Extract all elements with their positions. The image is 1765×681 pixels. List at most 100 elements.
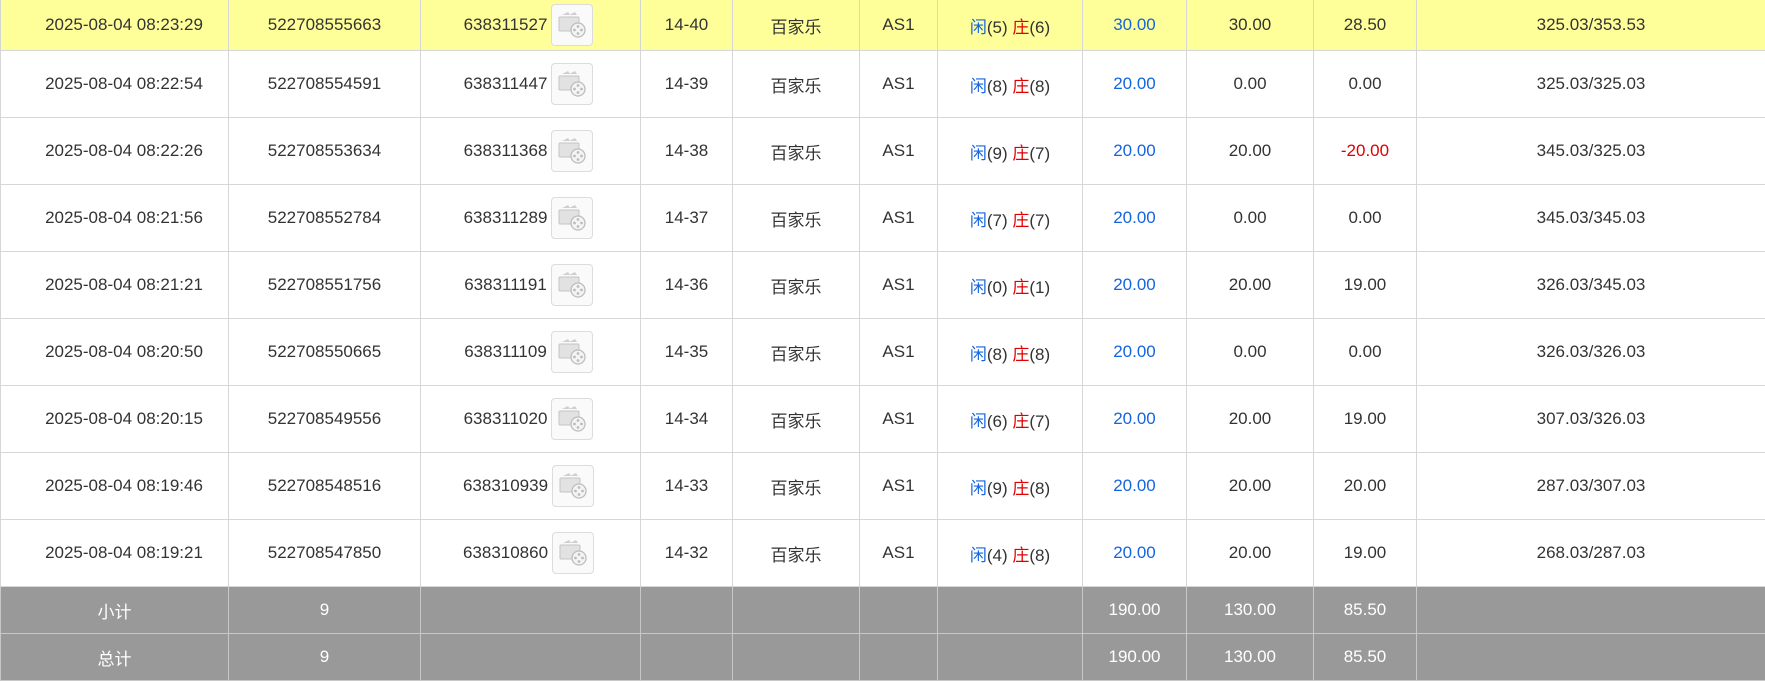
banker-label: 庄	[1012, 546, 1029, 565]
table-row: 2025-08-04 08:22:26522708553634638311368…	[1, 118, 1765, 185]
video-replay-icon[interactable]	[551, 63, 593, 105]
bet-time: 2025-08-04 08:23:29	[1, 0, 229, 51]
shoe-hand: 14-37	[641, 185, 733, 252]
records-body: 2025-08-04 08:23:29522708555663638311527…	[1, 0, 1765, 587]
round-id: 638311191	[464, 275, 547, 295]
banker-score: (1)	[1029, 278, 1050, 297]
video-replay-icon[interactable]	[551, 264, 593, 306]
banker-score: (7)	[1029, 412, 1050, 431]
round-id: 638311020	[464, 409, 548, 429]
valid-bet: 20.00	[1187, 118, 1314, 185]
table-code: AS1	[860, 520, 938, 587]
banker-label: 庄	[1012, 345, 1029, 364]
table-code: AS1	[860, 51, 938, 118]
bet-id: 522708547850	[229, 520, 421, 587]
round-id: 638311289	[464, 208, 548, 228]
bet-time: 2025-08-04 08:22:26	[1, 118, 229, 185]
table-row: 2025-08-04 08:20:15522708549556638311020…	[1, 386, 1765, 453]
video-replay-icon[interactable]	[551, 4, 593, 46]
video-replay-icon[interactable]	[551, 130, 593, 172]
table-code: AS1	[860, 386, 938, 453]
round-id: 638311368	[464, 141, 548, 161]
bet-amount: 20.00	[1083, 185, 1187, 252]
bet-id: 522708552784	[229, 185, 421, 252]
banker-label: 庄	[1012, 479, 1029, 498]
player-score: (7)	[987, 211, 1008, 230]
round-id: 638310939	[463, 476, 548, 496]
table-code: AS1	[860, 453, 938, 520]
banker-score: (8)	[1029, 345, 1050, 364]
win-loss: 0.00	[1314, 319, 1417, 386]
player-score: (9)	[987, 479, 1008, 498]
shoe-hand: 14-35	[641, 319, 733, 386]
banker-label: 庄	[1012, 211, 1029, 230]
banker-score: (7)	[1029, 144, 1050, 163]
win-loss: 19.00	[1314, 520, 1417, 587]
summary-body: 小计 9 190.00 130.00 85.50 总计 9 190.00 130…	[1, 587, 1765, 681]
player-score: (8)	[987, 77, 1008, 96]
table-row: 2025-08-04 08:22:54522708554591638311447…	[1, 51, 1765, 118]
round-id: 638310860	[463, 543, 548, 563]
banker-label: 庄	[1012, 412, 1029, 431]
video-replay-icon[interactable]	[551, 331, 593, 373]
table-row: 2025-08-04 08:21:56522708552784638311289…	[1, 185, 1765, 252]
subtotal-bet-amount: 190.00	[1083, 587, 1187, 634]
video-replay-icon[interactable]	[552, 532, 594, 574]
round-cell: 638310860	[421, 520, 641, 587]
shoe-hand: 14-32	[641, 520, 733, 587]
player-label: 闲	[970, 546, 987, 565]
player-score: (6)	[987, 412, 1008, 431]
video-replay-icon[interactable]	[551, 197, 593, 239]
total-valid-bet: 130.00	[1187, 634, 1314, 681]
shoe-hand: 14-40	[641, 0, 733, 51]
table-code: AS1	[860, 319, 938, 386]
win-loss: -20.00	[1314, 118, 1417, 185]
balance-change: 325.03/325.03	[1417, 51, 1765, 118]
round-cell: 638311289	[421, 185, 641, 252]
subtotal-valid-bet: 130.00	[1187, 587, 1314, 634]
bet-id: 522708555663	[229, 0, 421, 51]
banker-score: (7)	[1029, 211, 1050, 230]
table-row: 2025-08-04 08:20:50522708550665638311109…	[1, 319, 1765, 386]
bet-time: 2025-08-04 08:22:54	[1, 51, 229, 118]
balance-change: 345.03/345.03	[1417, 185, 1765, 252]
valid-bet: 0.00	[1187, 51, 1314, 118]
balance-change: 287.03/307.03	[1417, 453, 1765, 520]
banker-score: (6)	[1029, 18, 1050, 37]
bet-amount: 20.00	[1083, 319, 1187, 386]
game-type: 百家乐	[733, 118, 860, 185]
total-row: 总计 9 190.00 130.00 85.50	[1, 634, 1765, 681]
shoe-hand: 14-39	[641, 51, 733, 118]
video-replay-icon[interactable]	[552, 465, 594, 507]
valid-bet: 30.00	[1187, 0, 1314, 51]
video-replay-icon[interactable]	[551, 398, 593, 440]
win-loss: 19.00	[1314, 252, 1417, 319]
result-cell: 闲(7) 庄(7)	[938, 185, 1083, 252]
banker-score: (8)	[1029, 546, 1050, 565]
banker-score: (8)	[1029, 77, 1050, 96]
bet-time: 2025-08-04 08:19:21	[1, 520, 229, 587]
table-code: AS1	[860, 185, 938, 252]
player-score: (4)	[987, 546, 1008, 565]
valid-bet: 0.00	[1187, 319, 1314, 386]
balance-change: 326.03/345.03	[1417, 252, 1765, 319]
subtotal-label: 小计	[1, 587, 229, 634]
shoe-hand: 14-36	[641, 252, 733, 319]
round-id: 638311447	[464, 74, 548, 94]
result-cell: 闲(8) 庄(8)	[938, 319, 1083, 386]
result-cell: 闲(9) 庄(7)	[938, 118, 1083, 185]
bet-time: 2025-08-04 08:19:46	[1, 453, 229, 520]
banker-label: 庄	[1012, 278, 1029, 297]
round-cell: 638311447	[421, 51, 641, 118]
player-score: (9)	[987, 144, 1008, 163]
balance-change: 325.03/353.53	[1417, 0, 1765, 51]
banker-score: (8)	[1029, 479, 1050, 498]
valid-bet: 20.00	[1187, 386, 1314, 453]
bet-time: 2025-08-04 08:20:50	[1, 319, 229, 386]
subtotal-win-loss: 85.50	[1314, 587, 1417, 634]
table-row: 2025-08-04 08:19:46522708548516638310939…	[1, 453, 1765, 520]
player-score: (5)	[987, 18, 1008, 37]
result-cell: 闲(6) 庄(7)	[938, 386, 1083, 453]
total-label: 总计	[1, 634, 229, 681]
result-cell: 闲(9) 庄(8)	[938, 453, 1083, 520]
